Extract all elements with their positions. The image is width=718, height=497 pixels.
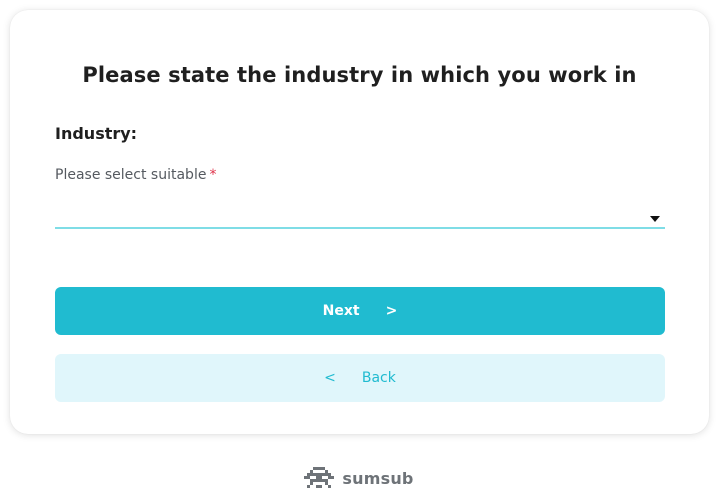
sumsub-logo-icon	[304, 467, 335, 488]
form-card: Please state the industry in which you w…	[10, 10, 709, 434]
industry-select[interactable]	[55, 198, 665, 229]
back-button-label: Back	[361, 370, 396, 386]
footer-branding: sumsub	[0, 467, 718, 489]
sumsub-logo-text: sumsub	[342, 468, 414, 488]
industry-field-label: Please select suitable *	[55, 167, 216, 183]
industry-section-label: Industry:	[55, 124, 138, 143]
next-button-label: Next	[322, 303, 360, 319]
field-label-text: Please select suitable	[55, 167, 207, 183]
required-marker: *	[209, 167, 217, 183]
chevron-left-icon: <	[324, 370, 336, 386]
chevron-right-icon: >	[385, 303, 398, 319]
next-button[interactable]: Next >	[55, 287, 665, 335]
page-title: Please state the industry in which you w…	[82, 63, 637, 87]
caret-down-icon	[650, 216, 660, 222]
back-button[interactable]: < Back	[55, 354, 665, 402]
